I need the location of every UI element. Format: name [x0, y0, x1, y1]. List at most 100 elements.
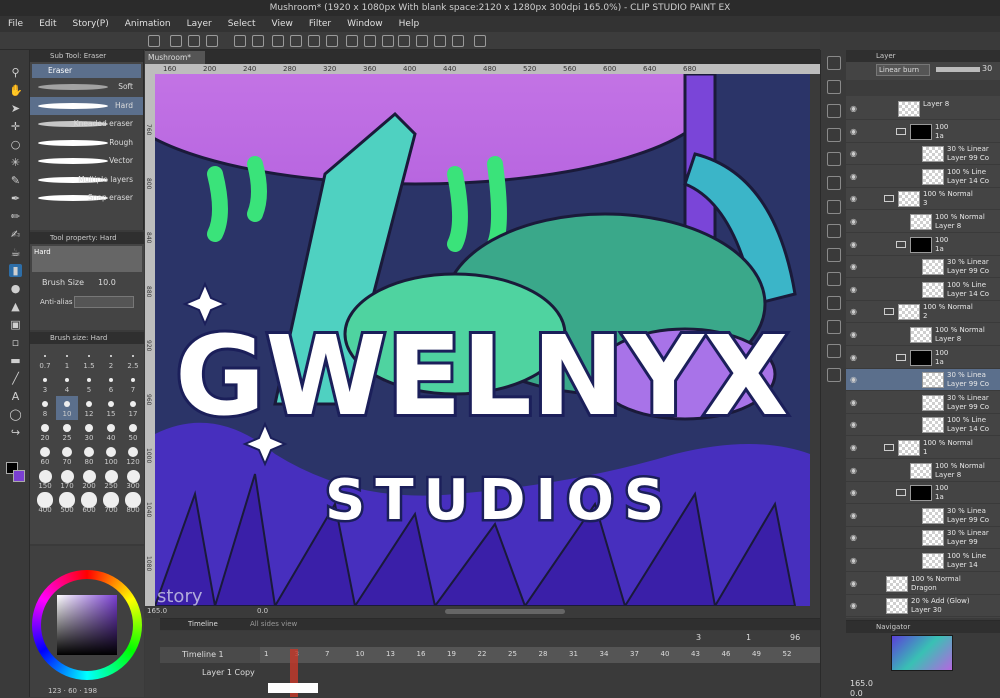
brush-size-cell[interactable]: 800: [122, 492, 144, 516]
brush-size-cell[interactable]: 10: [56, 396, 78, 420]
subtool-vector[interactable]: Vector: [30, 152, 143, 171]
gradient-icon[interactable]: ▣: [9, 318, 22, 331]
visibility-eye-icon[interactable]: ◉: [850, 601, 859, 610]
visibility-eye-icon[interactable]: ◉: [850, 104, 859, 113]
brush-size-cell[interactable]: 200: [78, 468, 100, 492]
folder-icon[interactable]: [896, 240, 906, 248]
brush-size-cell[interactable]: 50: [122, 420, 144, 444]
canvas-scrollbar[interactable]: [810, 74, 820, 606]
layer-row[interactable]: ◉ 30 % Linea Layer 99 Co: [846, 369, 1000, 392]
canvas-artwork[interactable]: GWELNYX STUDIOS story: [155, 74, 810, 606]
hand-icon[interactable]: ✋: [9, 84, 23, 97]
magic-wand-icon[interactable]: ✳: [9, 156, 22, 169]
open-icon[interactable]: [188, 35, 200, 47]
brush-size-cell[interactable]: 700: [100, 492, 122, 516]
layer-row[interactable]: ◉ 100 % Line Layer 14: [846, 550, 1000, 572]
visibility-eye-icon[interactable]: ◉: [850, 353, 859, 362]
menu-help[interactable]: Help: [391, 19, 428, 29]
layer-row[interactable]: ◉ 100 % Normal 1: [846, 437, 1000, 459]
layer-row[interactable]: ◉ 30 % Linear Layer 99 Co: [846, 143, 1000, 166]
blend-mode-select[interactable]: Linear burn: [876, 64, 930, 76]
folder-icon[interactable]: [884, 308, 894, 316]
layer-row[interactable]: ◉ 30 % Linear Layer 99: [846, 527, 1000, 550]
color-square[interactable]: [57, 595, 117, 655]
layer-row[interactable]: ◉ 30 % Linear Layer 99 Co: [846, 392, 1000, 414]
menu-file[interactable]: File: [0, 19, 31, 29]
help-icon[interactable]: [474, 35, 486, 47]
panel-toggle-icon[interactable]: [827, 128, 841, 142]
navigator-thumbnail[interactable]: [891, 635, 953, 671]
visibility-eye-icon[interactable]: ◉: [850, 443, 859, 452]
blend-icon[interactable]: ●: [9, 282, 22, 295]
layer-row[interactable]: ◉ 100 % Normal Dragon: [846, 573, 1000, 595]
visibility-eye-icon[interactable]: ◉: [850, 398, 859, 407]
opacity-value[interactable]: 30: [982, 64, 992, 73]
horizontal-scrollbar[interactable]: [445, 609, 565, 614]
panel-toggle-icon[interactable]: [827, 296, 841, 310]
brush-size-cell[interactable]: 60: [34, 444, 56, 468]
balloon-icon[interactable]: ◯: [9, 408, 22, 421]
folder-icon[interactable]: [884, 444, 894, 451]
invert-selection-icon[interactable]: [364, 35, 376, 47]
panel-toggle-icon[interactable]: [827, 272, 841, 286]
subtool-multiple-layers[interactable]: Multiple layers: [30, 171, 143, 190]
visibility-eye-icon[interactable]: ◉: [850, 420, 859, 429]
layer-row[interactable]: ◉ Layer 8: [846, 98, 1000, 120]
brush-size-cell[interactable]: 150: [34, 468, 56, 492]
text-icon[interactable]: A: [9, 390, 22, 403]
brush-size-cell[interactable]: 70: [56, 444, 78, 468]
layer-row[interactable]: ◉ 100 % Normal 2: [846, 301, 1000, 324]
panel-toggle-icon[interactable]: [827, 368, 841, 382]
brush-size-cell[interactable]: 40: [100, 420, 122, 444]
zoom-value[interactable]: 165.0: [147, 607, 167, 615]
brush-size-cell[interactable]: 15: [100, 396, 122, 420]
brush-size-cell[interactable]: 600: [78, 492, 100, 516]
panel-toggle-icon[interactable]: [827, 248, 841, 262]
pencil-icon[interactable]: ✏: [9, 210, 22, 223]
frame-total[interactable]: 96: [790, 633, 800, 642]
layer-row[interactable]: ◉ 100 1a: [846, 347, 1000, 369]
crop-icon[interactable]: [290, 35, 302, 47]
brush-size-cell[interactable]: 120: [122, 444, 144, 468]
visibility-eye-icon[interactable]: ◉: [850, 307, 859, 316]
brush-size-cell[interactable]: 80: [78, 444, 100, 468]
timeline-layer-name[interactable]: Layer 1 Copy: [202, 668, 255, 677]
brush-size-cell[interactable]: 25: [56, 420, 78, 444]
brush-size-cell[interactable]: 20: [34, 420, 56, 444]
subtool-snap[interactable]: Snap eraser: [30, 189, 143, 208]
visibility-eye-icon[interactable]: ◉: [850, 579, 859, 588]
subtool-soft[interactable]: Soft: [30, 78, 143, 97]
visibility-eye-icon[interactable]: ◉: [850, 240, 859, 249]
clear-icon[interactable]: [272, 35, 284, 47]
fill-icon[interactable]: [308, 35, 320, 47]
correct-line-icon[interactable]: ↪: [9, 426, 22, 439]
brush-size-cell[interactable]: 1: [56, 348, 78, 372]
timeline-cel[interactable]: [268, 683, 318, 693]
folder-icon[interactable]: [896, 127, 906, 135]
brush-size-cell[interactable]: 400: [34, 492, 56, 516]
visibility-eye-icon[interactable]: ◉: [850, 533, 859, 542]
undo-icon[interactable]: [234, 35, 246, 47]
subtool-hard[interactable]: Hard: [30, 96, 143, 115]
redo-icon[interactable]: [252, 35, 264, 47]
brush-size-cell[interactable]: 1.5: [78, 348, 100, 372]
visibility-eye-icon[interactable]: ◉: [850, 262, 859, 271]
panel-toggle-icon[interactable]: [827, 344, 841, 358]
perspective-icon[interactable]: [416, 35, 428, 47]
tab-document[interactable]: Mushroom*: [145, 51, 205, 64]
eyedropper-icon[interactable]: ✎: [9, 174, 22, 187]
airbrush-icon[interactable]: ☕: [9, 246, 22, 259]
panel-toggle-icon[interactable]: [827, 152, 841, 166]
frame-current[interactable]: 3: [696, 633, 701, 642]
visibility-eye-icon[interactable]: ◉: [850, 285, 859, 294]
figure-icon[interactable]: ▫: [9, 336, 22, 349]
folder-icon[interactable]: [896, 489, 906, 497]
brush-icon[interactable]: ✍: [9, 228, 22, 241]
home-icon[interactable]: [148, 35, 160, 47]
brush-size-cell[interactable]: 8: [34, 396, 56, 420]
ruler-icon[interactable]: ╱: [9, 372, 22, 385]
grid-snap-icon[interactable]: [434, 35, 446, 47]
layer-row[interactable]: ◉ 100 % Line Layer 14 Co: [846, 414, 1000, 437]
menu-view[interactable]: View: [263, 19, 300, 29]
brush-size-cell[interactable]: 6: [100, 372, 122, 396]
